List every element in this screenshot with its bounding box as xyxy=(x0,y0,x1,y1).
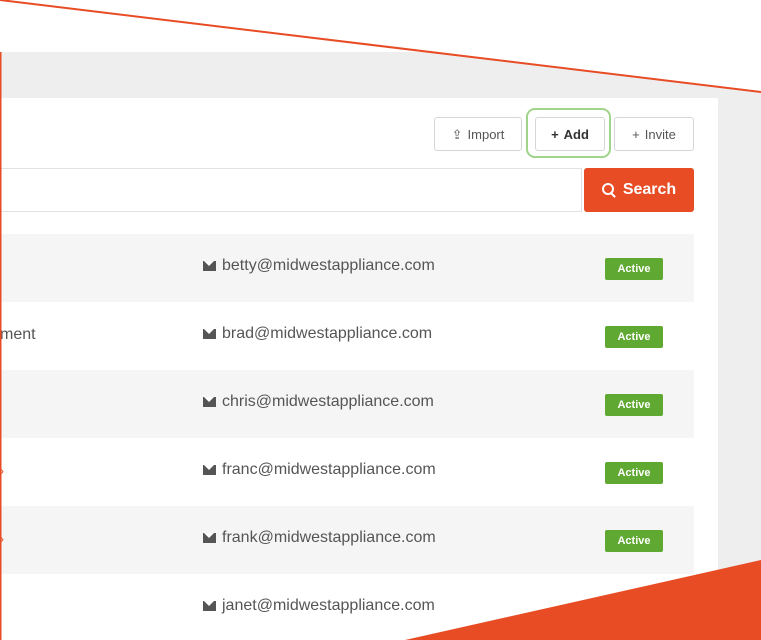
envelope-icon xyxy=(203,397,216,407)
status-badge: Active xyxy=(605,394,663,416)
search-label: Search xyxy=(622,181,677,198)
status-badge: Active xyxy=(605,462,663,484)
upload-icon: ⇪ xyxy=(451,126,463,142)
user-email-text: brad@midwestappliance.com xyxy=(222,325,433,342)
status-badge: Active xyxy=(605,326,663,348)
envelope-icon xyxy=(203,533,216,543)
user-email-text: frank@midwestappliance.com xyxy=(222,529,436,546)
user-email-text: franc@midwestappliance.com xyxy=(222,461,436,478)
top-bar xyxy=(0,52,761,98)
table-row[interactable]: › franc@midwestappliance.com Active xyxy=(0,438,694,506)
table-row[interactable]: janet@midwestappliance.com xyxy=(0,574,694,640)
search-button[interactable]: Search xyxy=(584,168,694,212)
import-label: Import xyxy=(467,126,505,142)
envelope-icon xyxy=(203,261,216,271)
plus-icon: + xyxy=(632,126,640,142)
user-email: chris@midwestappliance.com xyxy=(203,393,434,411)
user-email: betty@midwestappliance.com xyxy=(203,257,435,275)
status-badge: Active xyxy=(605,258,663,280)
invite-label: Invite xyxy=(644,126,676,142)
table-row[interactable]: ment brad@midwestappliance.com Active xyxy=(0,302,694,370)
user-email-text: betty@midwestappliance.com xyxy=(222,257,435,274)
users-table: betty@midwestappliance.com Active ment b… xyxy=(0,234,694,640)
envelope-icon xyxy=(203,601,216,611)
right-gutter xyxy=(718,98,761,640)
app-window: ⇪ Import + Add + Invite Search betty@mid… xyxy=(0,0,761,640)
user-email: brad@midwestappliance.com xyxy=(203,325,432,343)
plus-icon: + xyxy=(551,126,559,142)
user-email-text: chris@midwestappliance.com xyxy=(222,393,434,410)
user-email: franc@midwestappliance.com xyxy=(203,461,436,479)
invite-button[interactable]: + Invite xyxy=(614,117,694,151)
search-icon xyxy=(601,183,616,197)
table-row[interactable]: › frank@midwestappliance.com Active xyxy=(0,506,694,574)
envelope-icon xyxy=(203,465,216,475)
user-email: janet@midwestappliance.com xyxy=(203,597,435,615)
add-label: Add xyxy=(563,126,589,142)
user-email-text: janet@midwestappliance.com xyxy=(222,597,435,614)
user-name: ment xyxy=(0,326,36,343)
add-button[interactable]: + Add xyxy=(535,117,605,151)
search-input[interactable] xyxy=(0,168,582,212)
table-row[interactable]: chris@midwestappliance.com Active xyxy=(0,370,694,438)
envelope-icon xyxy=(203,329,216,339)
user-email: frank@midwestappliance.com xyxy=(203,529,436,547)
name-fragment-mark: › xyxy=(0,532,4,546)
status-badge: Active xyxy=(605,530,663,552)
import-button[interactable]: ⇪ Import xyxy=(434,117,522,151)
name-fragment-mark: › xyxy=(0,464,4,478)
table-row[interactable]: betty@midwestappliance.com Active xyxy=(0,234,694,302)
